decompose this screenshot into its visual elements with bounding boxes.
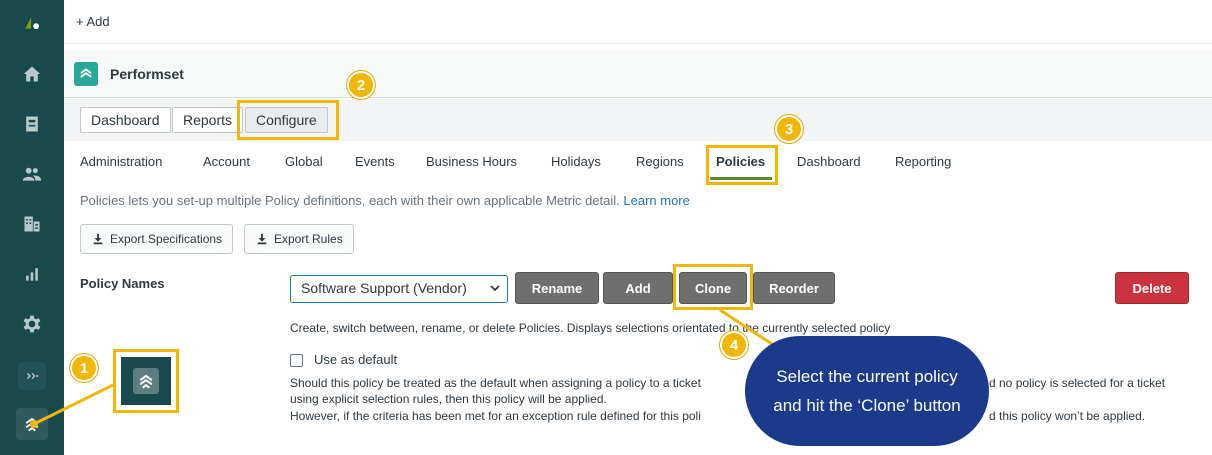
performset-app-icon-zoomed (133, 368, 159, 394)
callout-line-1: Select the current policy (776, 367, 958, 386)
zoomed-app-icon (113, 349, 179, 413)
step-badge-2: 2 (347, 71, 375, 99)
instruction-callout: Select the current policy and hit the ‘C… (745, 336, 989, 446)
step-badge-4: 4 (720, 331, 748, 359)
callout-line-2: and hit the ‘Clone’ button (773, 396, 961, 415)
step-badge-1: 1 (70, 354, 98, 382)
annotation-connectors (30, 308, 776, 428)
step-badge-3: 3 (775, 115, 803, 143)
